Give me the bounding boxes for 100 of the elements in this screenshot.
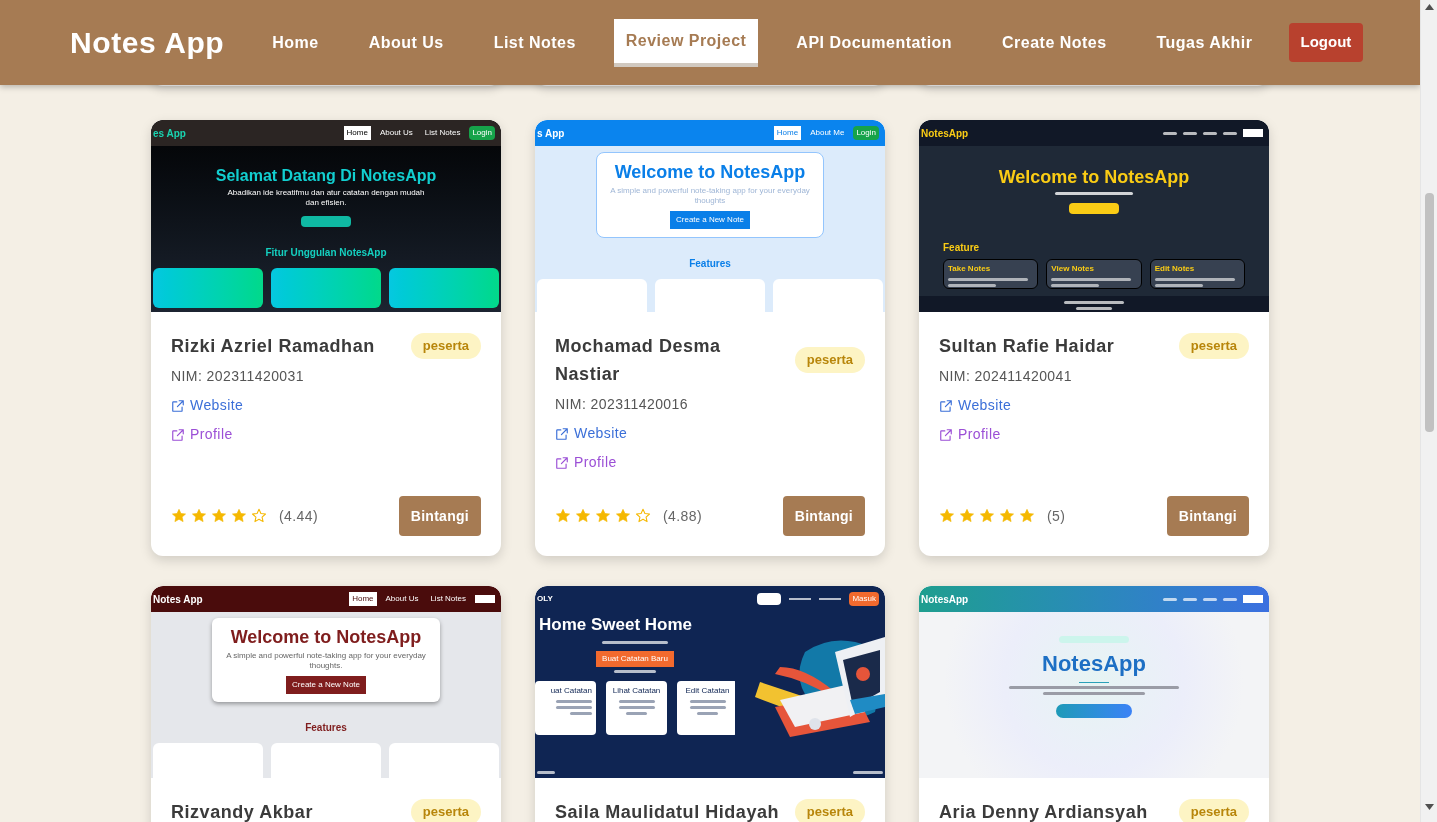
text-line — [625, 711, 648, 715]
filled-star-icon — [575, 508, 591, 524]
website-link[interactable]: Website — [555, 423, 628, 444]
nav-link[interactable]: About Us — [376, 126, 416, 140]
text-line — [789, 598, 812, 600]
hero-title: NotesApp — [1042, 650, 1146, 678]
profile-link[interactable]: Profile — [939, 424, 1001, 445]
student-name: Rizvandy Akbar — [171, 801, 314, 822]
login-button[interactable]: Login — [853, 126, 879, 140]
nav-link[interactable]: Tugas Akhir — [1144, 20, 1265, 65]
nav-link[interactable]: About Me — [807, 126, 848, 140]
nav-link[interactable]: API Documentation — [784, 20, 965, 65]
text-line — [689, 699, 726, 703]
rating-text: (4.44) — [279, 506, 319, 526]
section-title: Features — [305, 720, 347, 735]
profile-link[interactable]: Profile — [171, 424, 233, 445]
rating-text: (4.88) — [663, 506, 703, 526]
nav-link[interactable]: Home — [343, 126, 371, 140]
text-line — [853, 771, 883, 774]
filled-star-icon — [595, 508, 611, 524]
text-line — [570, 711, 592, 715]
external-link-icon — [939, 398, 953, 413]
role-badge: peserta — [794, 799, 865, 822]
section-title: Fitur Unggulan NotesApp — [265, 246, 387, 260]
site-logo: Notes App — [153, 592, 203, 607]
student-name: Sultan Rafie Haidar — [939, 335, 1116, 358]
nim-text: NIM: 202311420016 — [555, 395, 689, 414]
filled-star-icon — [959, 508, 975, 524]
scrollbar[interactable] — [1420, 0, 1437, 822]
hero-subtitle: A simple and powerful note-taking app for your everyday thoughts. — [225, 650, 427, 671]
rating-text: (5) — [1047, 506, 1066, 526]
text-line — [602, 640, 668, 644]
text-line — [1051, 283, 1100, 287]
text-line — [556, 705, 592, 709]
filled-star-icon — [555, 508, 571, 524]
hero-title: Welcome to NotesApp — [614, 161, 806, 184]
nav-link[interactable]: List Notes — [427, 592, 469, 606]
profile-link[interactable]: Profile — [555, 452, 617, 473]
hero-button[interactable]: Create a New Note — [670, 210, 750, 229]
hero-subtitle: Abadikan ide kreatifmu dan atur catatan dengan mudah dan efisien. — [226, 188, 426, 208]
role-badge: peserta — [1178, 799, 1249, 822]
nav-link[interactable]: About Us — [356, 20, 456, 65]
section-title: Feature — [943, 240, 980, 255]
login-button[interactable]: Login — [469, 126, 495, 140]
text-line — [1076, 307, 1112, 310]
student-name: Mochamad Desma Nastiar — [555, 335, 722, 386]
login-button[interactable]: Masuk — [849, 592, 879, 606]
text-line — [618, 705, 655, 709]
student-name: Saila Maulidatul Hidayah — [555, 801, 780, 822]
star-button[interactable]: Bintangi — [398, 496, 481, 536]
hero-title: Selamat Datang Di NotesApp — [215, 166, 437, 186]
feature-card-title: Lihat Catatan — [612, 684, 661, 697]
text-line — [618, 699, 655, 703]
hero-title: Welcome to NotesApp — [998, 166, 1190, 189]
filled-star-icon — [211, 508, 227, 524]
scroll-thumb[interactable] — [1425, 193, 1434, 432]
role-badge: peserta — [410, 333, 481, 359]
role-badge: peserta — [794, 347, 865, 373]
nav-link[interactable]: Review Project — [613, 18, 759, 67]
nav-button[interactable] — [757, 593, 782, 605]
feature-card-title: Edit Notes — [1154, 262, 1196, 275]
filled-star-icon — [191, 508, 207, 524]
external-link-icon — [555, 455, 569, 470]
website-link[interactable]: Website — [171, 395, 244, 416]
external-link-icon — [939, 427, 953, 442]
brand-logo[interactable]: Notes App — [70, 20, 225, 65]
site-logo: s App — [537, 126, 565, 141]
filled-star-icon — [615, 508, 631, 524]
site-logo: NotesApp — [921, 126, 969, 141]
text-line — [1064, 301, 1124, 304]
scroll-up-icon[interactable] — [1425, 4, 1434, 10]
filled-star-icon — [979, 508, 995, 524]
hero-button[interactable]: Buat Catatan Baru — [596, 650, 674, 667]
nav-link[interactable]: Home — [773, 126, 802, 140]
external-link-icon — [171, 427, 185, 442]
website-link[interactable]: Website — [939, 395, 1012, 416]
empty-star-icon — [251, 508, 267, 524]
nim-text: NIM: 202311420031 — [171, 367, 305, 386]
nav-link[interactable]: Home — [349, 592, 377, 606]
star-button[interactable]: Bintangi — [782, 496, 865, 536]
filled-star-icon — [939, 508, 955, 524]
hero-button[interactable]: Create a New Note — [286, 675, 366, 694]
text-line — [537, 771, 555, 774]
section-title: Features — [689, 256, 731, 271]
nav-link[interactable]: List Notes — [481, 20, 588, 65]
text-line — [614, 669, 656, 673]
hero-button[interactable] — [301, 216, 351, 227]
text-line — [696, 711, 719, 715]
logout-button[interactable]: Logout — [1288, 23, 1364, 62]
star-button[interactable]: Bintangi — [1166, 496, 1249, 536]
nav-link[interactable]: Create Notes — [990, 20, 1119, 65]
nav-link[interactable]: Home — [260, 20, 331, 65]
hero-button[interactable] — [1069, 202, 1119, 214]
nav-link[interactable]: List Notes — [421, 126, 464, 140]
scroll-down-icon[interactable] — [1425, 804, 1434, 810]
feature-card-title: uat Catatan — [550, 684, 592, 697]
text-line — [948, 283, 996, 287]
hero-subtitle: A simple and powerful note-taking app for your everyday thoughts — [609, 185, 811, 206]
nav-link[interactable]: About Us — [382, 592, 422, 606]
filled-star-icon — [1019, 508, 1035, 524]
